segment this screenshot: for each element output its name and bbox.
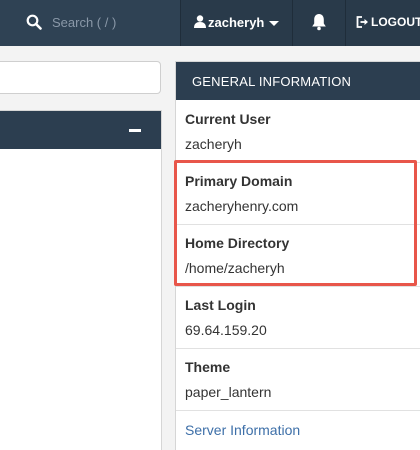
- caret-down-icon: [269, 21, 279, 26]
- divider: [176, 410, 420, 411]
- user-menu-button[interactable]: zacheryh: [181, 0, 292, 46]
- search-placeholder: Search ( / ): [52, 15, 117, 30]
- logout-icon: [356, 16, 368, 28]
- divider: [176, 162, 420, 163]
- left-panel-header: [0, 111, 161, 149]
- theme-label: Theme: [185, 359, 231, 375]
- last-login-label: Last Login: [185, 297, 256, 313]
- divider: [176, 286, 420, 287]
- top-navbar: Search ( / ) zacheryh LOGOUT: [0, 0, 420, 46]
- panel-header: GENERAL INFORMATION: [176, 62, 420, 100]
- home-directory-value: /home/zacheryh: [185, 260, 285, 276]
- bell-icon: [312, 14, 326, 31]
- left-panel: [0, 110, 162, 450]
- logout-label: LOGOUT: [371, 15, 420, 29]
- logout-button[interactable]: LOGOUT: [346, 0, 420, 46]
- minus-icon[interactable]: [129, 129, 141, 132]
- user-name: zacheryh: [208, 15, 265, 30]
- notifications-button[interactable]: [293, 0, 345, 46]
- current-user-label: Current User: [185, 111, 271, 127]
- last-login-value: 69.64.159.20: [185, 322, 267, 338]
- theme-value: paper_lantern: [185, 384, 272, 400]
- general-information-panel: GENERAL INFORMATION Current User zachery…: [175, 61, 420, 450]
- panel-title: GENERAL INFORMATION: [192, 74, 352, 89]
- current-user-value: zacheryh: [185, 136, 242, 152]
- server-information-link[interactable]: Server Information: [185, 422, 300, 438]
- primary-domain-label: Primary Domain: [185, 173, 293, 189]
- primary-domain-value: zacheryhenry.com: [185, 198, 299, 214]
- search-box[interactable]: Search ( / ): [0, 0, 180, 46]
- home-directory-label: Home Directory: [185, 235, 290, 251]
- divider: [176, 224, 420, 225]
- text-input[interactable]: [0, 61, 161, 94]
- search-icon: [26, 14, 42, 30]
- divider: [176, 348, 420, 349]
- user-icon: [194, 15, 206, 28]
